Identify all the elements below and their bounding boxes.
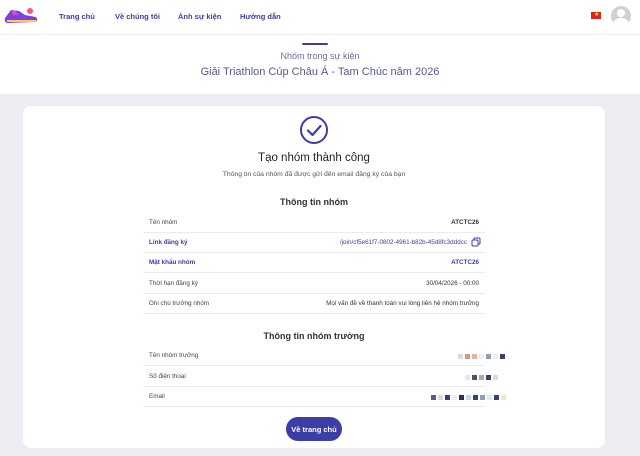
hero-accent-bar [302, 43, 328, 45]
result-card: Tạo nhóm thành công Thông tin của nhóm đ… [23, 106, 605, 448]
leader-info-title: Thông tin nhóm trưởng [263, 331, 365, 341]
top-header: Trang chủ Về chúng tôi Ảnh sự kiện Hướng… [0, 0, 640, 34]
phone-label: Số điện thoại [149, 373, 186, 380]
register-link-label: Link đăng ký [149, 239, 188, 246]
user-avatar-icon[interactable] [611, 6, 631, 26]
deadline-label: Thời hạn đăng ký [149, 280, 198, 287]
vietnam-flag-icon[interactable]: ★ [591, 12, 601, 19]
group-name-label: Tên nhóm [149, 219, 178, 226]
home-button[interactable]: Về trang chủ [286, 417, 342, 441]
group-password-value: ATCTC26 [451, 259, 479, 266]
email-row: Email [143, 387, 506, 407]
redacted-leader-name [458, 354, 505, 359]
success-subtitle: Thông tin của nhóm đã được gửi đến email… [222, 171, 406, 178]
leader-name-row: Tên nhóm trưởng [143, 346, 505, 366]
register-link-row: Link đăng ký /join/cf5e61f7-0802-4961-b8… [143, 233, 485, 253]
running-shoe-logo[interactable] [3, 4, 39, 26]
group-info-title: Thông tin nhóm [280, 197, 348, 207]
leader-note-value: Mọi vấn đề về thanh toán vui lòng liên h… [326, 300, 479, 307]
group-name-value: ATCTC26 [451, 219, 479, 226]
leader-note-row: Ghi chú trưởng nhóm Mọi vấn đề về thanh … [143, 294, 485, 314]
phone-row: Số điện thoại [143, 367, 498, 387]
register-link-value[interactable]: /join/cf5e61f7-0802-4961-b82b-45d8fc3ddd… [340, 239, 467, 246]
nav-event-photos[interactable]: Ảnh sự kiện [178, 12, 221, 21]
group-name-row: Tên nhóm ATCTC26 [143, 213, 485, 233]
check-circle-icon [300, 116, 328, 144]
redacted-phone [465, 375, 498, 380]
deadline-row: Thời hạn đăng ký 30/04/2026 - 00:00 [143, 274, 485, 294]
email-label: Email [149, 393, 165, 400]
event-hero: Nhóm trong sự kiện Giải Triathlon Cúp Ch… [0, 34, 640, 94]
copy-icon[interactable] [471, 237, 481, 247]
deadline-value: 30/04/2026 - 00:00 [426, 280, 479, 287]
nav-home[interactable]: Trang chủ [59, 12, 95, 21]
redacted-email [431, 395, 506, 400]
nav-about[interactable]: Về chúng tôi [115, 12, 160, 21]
hero-subtitle: Nhóm trong sự kiện [280, 51, 360, 61]
nav-guide[interactable]: Hướng dẫn [240, 12, 281, 21]
hero-title: Giải Triathlon Cúp Châu Á - Tam Chúc năm… [200, 66, 440, 78]
leader-name-label: Tên nhóm trưởng [149, 352, 199, 359]
leader-note-label: Ghi chú trưởng nhóm [149, 300, 210, 307]
group-password-row: Mật khẩu nhóm ATCTC26 [143, 253, 485, 273]
success-title: Tạo nhóm thành công [258, 152, 370, 164]
group-password-label: Mật khẩu nhóm [149, 259, 196, 266]
